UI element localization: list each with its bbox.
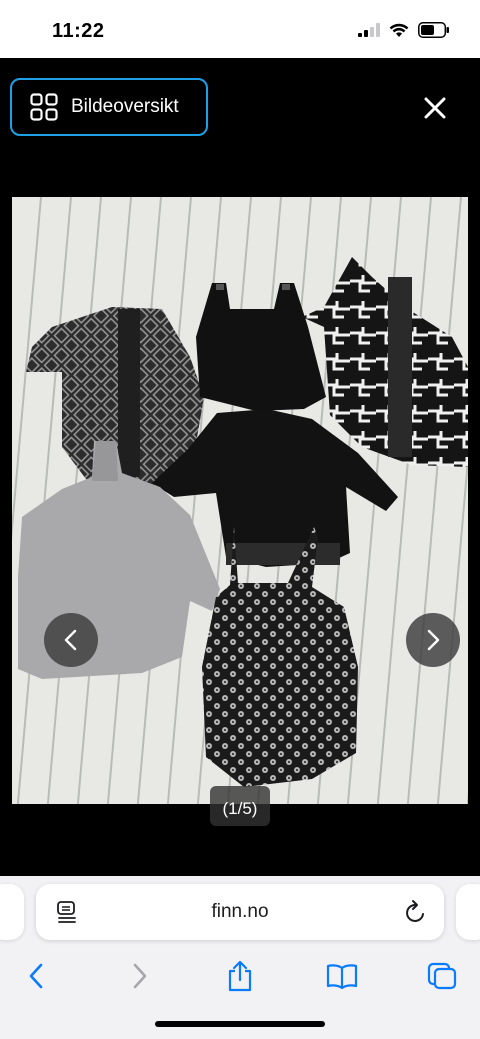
image-viewer: Bildeoversikt (1/5) — [0, 58, 480, 876]
next-image-button[interactable] — [406, 613, 460, 667]
previous-tab-preview[interactable] — [0, 884, 24, 940]
back-button[interactable] — [14, 956, 58, 996]
image-overview-label: Bildeoversikt — [71, 96, 179, 117]
back-icon — [29, 963, 43, 989]
wifi-icon — [389, 23, 409, 37]
previous-image-button[interactable] — [44, 613, 98, 667]
share-button[interactable] — [218, 956, 262, 996]
image-counter: (1/5) — [210, 786, 270, 826]
status-icons — [358, 22, 450, 38]
chevron-right-icon — [427, 629, 440, 651]
listing-photo — [12, 197, 468, 804]
forward-icon — [133, 963, 147, 989]
grid-icon — [30, 93, 58, 121]
browser-toolbar — [0, 954, 480, 1004]
url-text: finn.no — [211, 901, 269, 922]
tabs-button[interactable] — [420, 956, 464, 996]
battery-icon — [418, 22, 449, 38]
chevron-left-icon — [64, 629, 77, 651]
bookmarks-button[interactable] — [320, 956, 364, 996]
reload-icon[interactable] — [404, 899, 428, 925]
close-button[interactable] — [414, 92, 456, 124]
home-indicator — [155, 1021, 325, 1027]
status-bar: 11:22 — [0, 0, 480, 58]
reader-icon[interactable] — [56, 900, 78, 924]
share-icon — [228, 960, 252, 992]
clothing-photo — [12, 197, 468, 804]
tabs-icon — [427, 962, 457, 990]
close-icon — [424, 97, 446, 119]
status-time: 11:22 — [52, 20, 105, 42]
forward-button[interactable] — [118, 956, 162, 996]
image-overview-button[interactable]: Bildeoversikt — [10, 78, 208, 136]
address-bar[interactable]: finn.no — [36, 884, 444, 940]
signal-icon — [358, 23, 380, 37]
browser-chrome: finn.no — [0, 876, 480, 1039]
next-tab-preview[interactable] — [456, 884, 480, 940]
bookmarks-icon — [326, 964, 358, 989]
